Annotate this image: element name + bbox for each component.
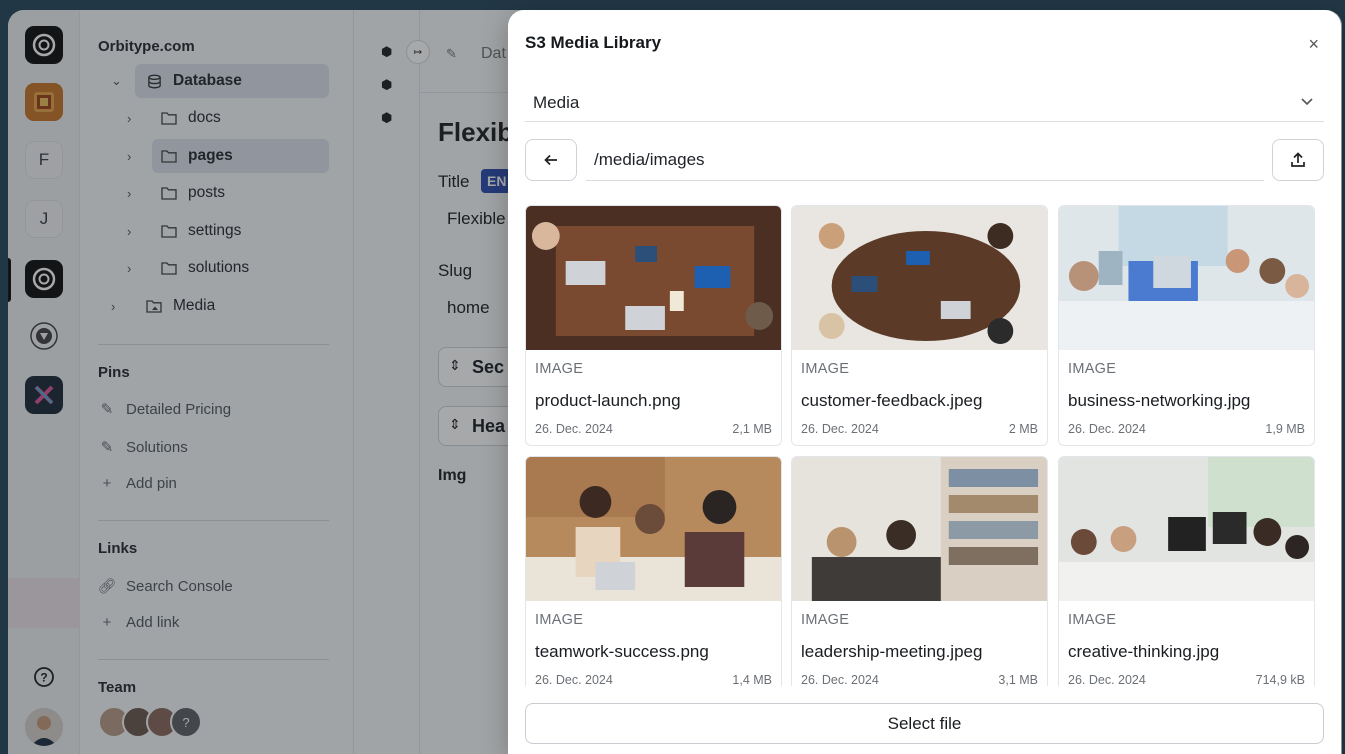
file-size: 1,9 MB (1265, 422, 1305, 436)
file-type: IMAGE (801, 612, 850, 628)
image-thumbnail (1059, 206, 1314, 350)
media-card[interactable]: IMAGE creative-thinking.jpg 26. Dec. 202… (1058, 456, 1315, 686)
file-type: IMAGE (1068, 612, 1117, 628)
file-name: teamwork-success.png (535, 642, 709, 661)
media-card[interactable]: IMAGE product-launch.png 26. Dec. 2024 2… (525, 205, 782, 446)
file-type: IMAGE (801, 361, 850, 377)
media-card[interactable]: IMAGE customer-feedback.jpeg 26. Dec. 20… (791, 205, 1048, 446)
arrow-left-icon (544, 154, 557, 166)
modal-title: S3 Media Library (525, 33, 662, 52)
file-name: product-launch.png (535, 391, 681, 410)
select-file-button[interactable]: Select file (525, 703, 1324, 744)
upload-button[interactable] (1272, 139, 1324, 181)
file-size: 3,1 MB (998, 673, 1038, 686)
image-thumbnail (526, 457, 781, 601)
chevron-down-icon (1300, 94, 1314, 113)
image-thumbnail (792, 206, 1047, 350)
file-name: leadership-meeting.jpeg (801, 642, 983, 661)
file-date: 26. Dec. 2024 (1068, 422, 1146, 436)
media-card[interactable]: IMAGE business-networking.jpg 26. Dec. 2… (1058, 205, 1315, 446)
image-thumbnail (1059, 457, 1314, 601)
media-library-modal: S3 Media Library × Media IMAG (508, 10, 1341, 754)
back-button[interactable] (525, 139, 577, 181)
file-date: 26. Dec. 2024 (801, 422, 879, 436)
image-thumbnail (792, 457, 1047, 601)
close-icon[interactable]: × (1308, 34, 1319, 55)
file-type: IMAGE (535, 361, 584, 377)
file-name: creative-thinking.jpg (1068, 642, 1220, 661)
file-name: business-networking.jpg (1068, 391, 1251, 410)
file-name: customer-feedback.jpeg (801, 391, 983, 410)
source-select-value: Media (533, 92, 580, 112)
file-size: 2 MB (1008, 422, 1038, 436)
media-grid: IMAGE product-launch.png 26. Dec. 2024 2… (525, 205, 1325, 686)
path-input[interactable] (586, 139, 1264, 181)
file-type: IMAGE (1068, 361, 1117, 377)
upload-icon (1291, 152, 1305, 167)
file-size: 1,4 MB (732, 673, 772, 686)
file-type: IMAGE (535, 612, 584, 628)
file-size: 714,9 kB (1255, 673, 1305, 686)
file-date: 26. Dec. 2024 (801, 673, 879, 686)
media-card[interactable]: IMAGE teamwork-success.png 26. Dec. 2024… (525, 456, 782, 686)
media-card[interactable]: IMAGE leadership-meeting.jpeg 26. Dec. 2… (791, 456, 1048, 686)
image-thumbnail (526, 206, 781, 350)
file-date: 26. Dec. 2024 (1068, 673, 1146, 686)
file-size: 2,1 MB (732, 422, 772, 436)
source-select[interactable]: Media (525, 84, 1324, 122)
file-date: 26. Dec. 2024 (535, 673, 613, 686)
file-date: 26. Dec. 2024 (535, 422, 613, 436)
